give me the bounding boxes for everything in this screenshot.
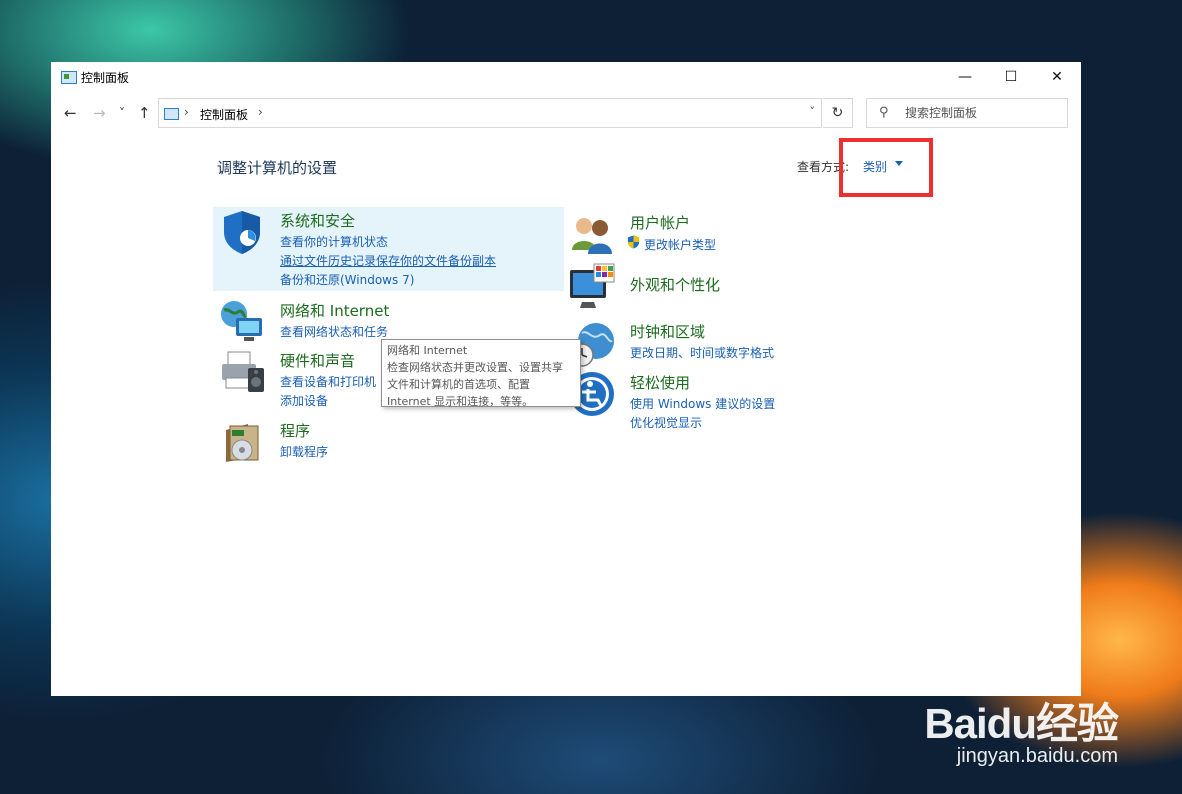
category-link[interactable]: 通过文件历史记录保存你的文件备份副本	[280, 252, 496, 269]
category-appearance-personalization[interactable]: 外观和个性化	[568, 262, 888, 312]
category-link[interactable]: 查看你的计算机状态	[280, 233, 388, 250]
category-link[interactable]: 添加设备	[280, 392, 328, 409]
category-heading[interactable]: 程序	[280, 420, 310, 441]
category-link[interactable]: 更改帐户类型	[644, 236, 716, 253]
category-link[interactable]: 备份和还原(Windows 7)	[280, 271, 414, 288]
recent-locations-icon[interactable]: ˅	[119, 106, 125, 120]
category-heading[interactable]: 外观和个性化	[630, 274, 720, 295]
monitor-palette-icon	[570, 263, 615, 308]
window-title: 控制面板	[81, 71, 130, 85]
category-system-security[interactable]: 系统和安全 查看你的计算机状态 通过文件历史记录保存你的文件备份副本 备份和还原…	[218, 208, 558, 288]
search-input[interactable]	[905, 103, 1055, 123]
category-link[interactable]: 卸载程序	[280, 443, 328, 460]
breadcrumb-separator[interactable]: ›	[258, 105, 263, 119]
search-box[interactable]: ⚲	[866, 98, 1068, 128]
breadcrumb-separator[interactable]: ›	[184, 105, 189, 119]
address-row: ← → ˅ ↑ › 控制面板 › ˅ ↻ ⚲	[51, 98, 1081, 130]
category-heading[interactable]: 网络和 Internet	[280, 300, 389, 321]
chevron-down-icon[interactable]: ˅	[810, 105, 816, 118]
forward-arrow-icon[interactable]: →	[93, 104, 106, 122]
tooltip-line: 文件和计算机的首选项、配置	[387, 378, 530, 391]
control-panel-window: 控制面板 — ☐ ✕ ← → ˅ ↑ › 控制面板 › ˅ ↻ ⚲ 调整计算机的…	[51, 62, 1081, 696]
tooltip-line: Internet 显示和连接，等等。	[387, 395, 534, 408]
tooltip-network-internet: 网络和 Internet 检查网络状态并更改设置、设置共享 文件和计算机的首选项…	[381, 339, 581, 408]
category-heading[interactable]: 轻松使用	[630, 372, 690, 393]
category-ease-of-access[interactable]: 轻松使用 使用 Windows 建议的设置 优化视觉显示	[568, 370, 888, 430]
baidu-watermark: Baidu经验 jingyan.baidu.com	[924, 690, 1119, 768]
tooltip-line: 网络和 Internet	[387, 344, 468, 357]
address-bar[interactable]: › 控制面板 › ˅	[158, 98, 822, 128]
up-arrow-icon[interactable]: ↑	[138, 104, 151, 122]
breadcrumb-control-panel[interactable]: 控制面板	[200, 106, 248, 123]
category-heading[interactable]: 用户帐户	[630, 212, 690, 233]
search-icon: ⚲	[879, 105, 889, 120]
category-user-accounts[interactable]: 用户帐户 更改帐户类型	[568, 210, 888, 254]
shield-icon	[224, 211, 260, 254]
back-arrow-icon[interactable]: ←	[64, 104, 77, 122]
minimize-button[interactable]: —	[942, 62, 988, 92]
uac-shield-icon	[627, 235, 640, 249]
category-network-internet[interactable]: 网络和 Internet 查看网络状态和任务	[218, 298, 518, 341]
control-panel-icon	[164, 108, 179, 120]
title-bar: 控制面板 — ☐ ✕	[51, 62, 1081, 92]
control-panel-icon	[61, 71, 77, 84]
network-globe-icon	[221, 301, 262, 341]
category-link[interactable]: 使用 Windows 建议的设置	[630, 395, 775, 412]
annotation-highlight-box	[839, 138, 933, 197]
tooltip-line: 检查网络状态并更改设置、设置共享	[387, 361, 563, 374]
refresh-button[interactable]: ↻	[823, 98, 853, 128]
category-heading[interactable]: 硬件和声音	[280, 350, 355, 371]
category-programs[interactable]: 程序 卸载程序	[218, 418, 518, 468]
close-button[interactable]: ✕	[1034, 62, 1080, 92]
category-heading[interactable]: 系统和安全	[280, 210, 355, 231]
category-clock-region[interactable]: 时钟和区域 更改日期、时间或数字格式	[568, 319, 888, 367]
printer-icon	[222, 351, 264, 392]
users-icon	[572, 218, 612, 254]
category-heading[interactable]: 时钟和区域	[630, 321, 705, 342]
category-link[interactable]: 更改日期、时间或数字格式	[630, 344, 774, 361]
category-link[interactable]: 查看设备和打印机	[280, 373, 376, 390]
page-title: 调整计算机的设置	[217, 159, 338, 177]
watermark-brand: Baidu经验	[924, 700, 1119, 747]
maximize-button[interactable]: ☐	[988, 62, 1034, 92]
category-link[interactable]: 优化视觉显示	[630, 414, 702, 431]
category-link[interactable]: 查看网络状态和任务	[280, 323, 388, 340]
programs-icon	[226, 424, 259, 462]
